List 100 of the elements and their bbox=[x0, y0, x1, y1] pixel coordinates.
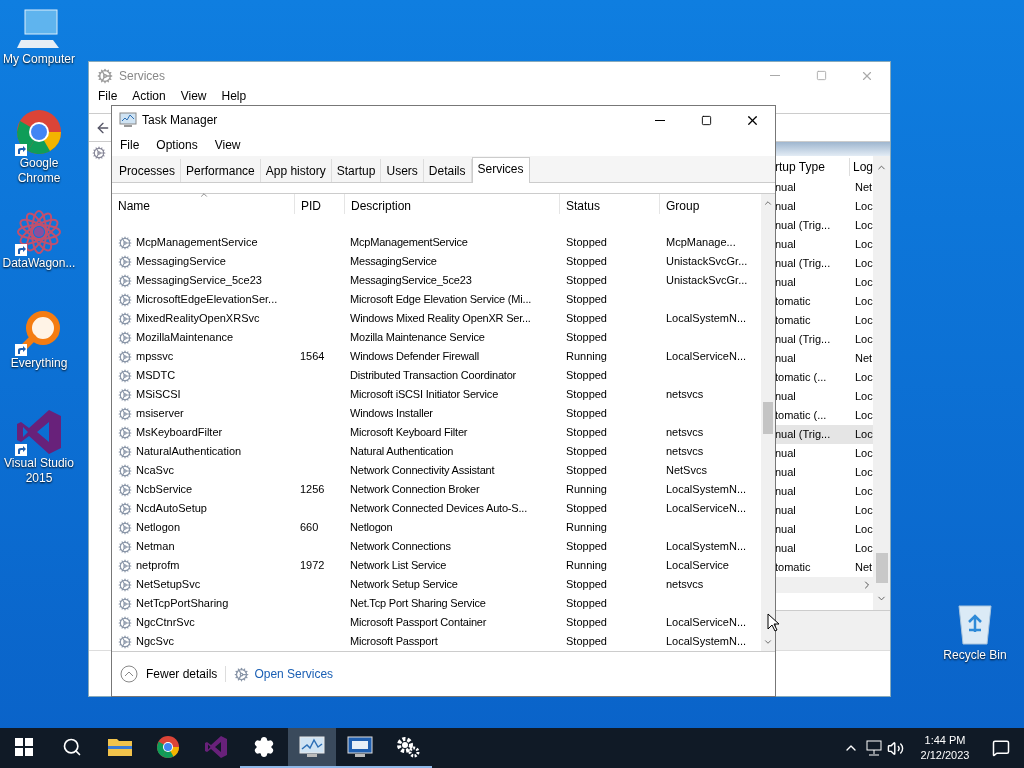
date-text: 2/12/2023 bbox=[920, 748, 970, 763]
pid-text: 1256 bbox=[300, 483, 325, 496]
column-header[interactable]: Status bbox=[559, 194, 659, 214]
menu-item[interactable]: View bbox=[180, 90, 207, 103]
menu-item[interactable]: View bbox=[214, 136, 241, 154]
list-row[interactable]: tomatic (... Loc bbox=[775, 406, 873, 425]
service-row[interactable]: McpManagementService McpManagementService Stopped McpManage... bbox=[112, 233, 761, 252]
service-name: msiserver bbox=[136, 406, 184, 422]
column-header[interactable]: Description bbox=[344, 194, 559, 214]
service-name: MicrosoftEdgeElevationSer... bbox=[136, 292, 278, 308]
list-row[interactable]: tomatic Net bbox=[775, 558, 873, 577]
service-row[interactable]: NgcSvc Microsoft Passport Stopped LocalSystemN... bbox=[112, 632, 761, 651]
service-name: NcbService bbox=[136, 482, 193, 498]
gear-icon bbox=[97, 67, 113, 84]
list-row[interactable]: tomatic (... Loc bbox=[775, 368, 873, 387]
desktop-shortcut[interactable]: Everything bbox=[0, 308, 78, 408]
column-header[interactable]: Name bbox=[112, 194, 294, 214]
list-row[interactable]: tomatic Loc bbox=[775, 311, 873, 330]
table-cell-text: nual bbox=[775, 180, 797, 196]
description-text: Network Setup Service bbox=[350, 578, 458, 591]
service-row[interactable]: NaturalAuthentication Natural Authentication Stopped netsvcs bbox=[112, 442, 761, 461]
visual-studio-icon bbox=[15, 408, 63, 456]
scrollbar-thumb[interactable] bbox=[875, 553, 888, 583]
tab[interactable]: Startup bbox=[331, 159, 382, 182]
list-row[interactable]: nual Loc bbox=[775, 444, 873, 463]
menu-item[interactable]: File bbox=[120, 136, 140, 154]
horizontal-scrollbar[interactable] bbox=[775, 577, 873, 593]
desktop-shortcut[interactable]: Visual Studio 2015 bbox=[0, 408, 78, 508]
service-row[interactable]: MSiSCSI Microsoft iSCSI Initiator Service Stopped netsvcs bbox=[112, 385, 761, 404]
list-row[interactable]: nual Loc bbox=[775, 520, 873, 539]
service-row[interactable]: NcbService 1256 Network Connection Broker Running LocalSystemN... bbox=[112, 480, 761, 499]
table-cell-text: nual bbox=[775, 237, 797, 253]
open-services-link[interactable]: Open Services bbox=[254, 665, 334, 683]
group-text: LocalService bbox=[666, 559, 729, 572]
desktop-shortcut[interactable]: Recycle Bin bbox=[935, 600, 1015, 664]
column-header[interactable]: rtup Type bbox=[775, 158, 849, 176]
list-row[interactable]: nual Net bbox=[775, 349, 873, 368]
speaker-icon[interactable] bbox=[887, 739, 904, 757]
scrollbar-thumb[interactable] bbox=[763, 402, 773, 434]
vertical-scrollbar[interactable] bbox=[873, 156, 890, 610]
fewer-details-button[interactable]: Fewer details bbox=[120, 665, 218, 683]
service-row[interactable]: Netlogon 660 Netlogon Running bbox=[112, 518, 761, 537]
service-row[interactable]: NcaSvc Network Connectivity Assistant Stopped NetSvcs bbox=[112, 461, 761, 480]
network-icon[interactable] bbox=[865, 740, 883, 756]
service-row[interactable]: MicrosoftEdgeElevationSer... Microsoft Edge Elevation Service (Mi... Stopped bbox=[112, 290, 761, 309]
clock[interactable]: 1:44 PM 2/12/2023 bbox=[910, 733, 980, 763]
tab[interactable]: Users bbox=[381, 159, 424, 182]
list-row[interactable]: tomatic Loc bbox=[775, 292, 873, 311]
tab[interactable]: App history bbox=[260, 159, 332, 182]
status-text: Stopped bbox=[566, 407, 607, 420]
menu-item[interactable]: Options bbox=[156, 136, 198, 154]
maximize-icon bbox=[700, 114, 712, 126]
desktop-shortcut[interactable]: DataWagon... bbox=[0, 208, 78, 308]
service-row[interactable]: NcdAutoSetup Network Connected Devices Auto-S... Stopped LocalServiceN... bbox=[112, 499, 761, 518]
list-row[interactable]: nual Loc bbox=[775, 463, 873, 482]
list-row[interactable]: nual Net bbox=[775, 178, 873, 197]
list-row[interactable]: nual Loc bbox=[775, 501, 873, 520]
gear-icon bbox=[118, 368, 132, 383]
tab[interactable]: Details bbox=[423, 159, 472, 182]
service-row[interactable]: msiserver Windows Installer Stopped bbox=[112, 404, 761, 423]
menu-item[interactable]: Help bbox=[221, 90, 247, 103]
list-row[interactable]: nual (Trig... Loc bbox=[775, 216, 873, 235]
vertical-scrollbar[interactable] bbox=[761, 194, 775, 651]
status-text: Stopped bbox=[566, 293, 607, 306]
list-row[interactable]: nual Loc bbox=[775, 387, 873, 406]
table-cell-text: Loc bbox=[854, 256, 873, 272]
service-row[interactable]: NetTcpPortSharing Net.Tcp Port Sharing Service Stopped bbox=[112, 594, 761, 613]
list-row[interactable]: nual Loc bbox=[775, 482, 873, 501]
description-text: Mozilla Maintenance Service bbox=[350, 331, 485, 344]
table-cell-text: Loc bbox=[854, 237, 873, 253]
list-row[interactable]: nual Loc bbox=[775, 273, 873, 292]
list-row[interactable]: nual (Trig... Loc bbox=[775, 330, 873, 349]
menu-item[interactable]: File bbox=[98, 90, 118, 103]
desktop-shortcut[interactable]: My Computer bbox=[0, 8, 78, 108]
tab[interactable]: Processes bbox=[114, 159, 182, 182]
service-row[interactable]: MessagingService_5ce23 MessagingService_5ce23 Stopped UnistackSvcGr... bbox=[112, 271, 761, 290]
window-title: Task Manager bbox=[142, 112, 218, 129]
menu-item[interactable]: Action bbox=[132, 90, 166, 103]
service-row[interactable]: mpssvc 1564 Windows Defender Firewall Running LocalServiceN... bbox=[112, 347, 761, 366]
tab[interactable]: Performance bbox=[181, 159, 261, 182]
desktop-shortcut[interactable]: Google Chrome bbox=[0, 108, 78, 208]
service-row[interactable]: NgcCtnrSvc Microsoft Passport Container Stopped LocalServiceN... bbox=[112, 613, 761, 632]
list-row[interactable]: nual Loc bbox=[775, 235, 873, 254]
service-row[interactable]: Netman Network Connections Stopped LocalSystemN... bbox=[112, 537, 761, 556]
service-row[interactable]: MessagingService MessagingService Stopped UnistackSvcGr... bbox=[112, 252, 761, 271]
list-row[interactable]: nual (Trig... Loc bbox=[775, 425, 873, 444]
service-row[interactable]: MixedRealityOpenXRSvc Windows Mixed Reality OpenXR Ser... Stopped LocalSystemN... bbox=[112, 309, 761, 328]
taskbar-button[interactable] bbox=[288, 728, 336, 768]
service-row[interactable]: MsKeyboardFilter Microsoft Keyboard Filter Stopped netsvcs bbox=[112, 423, 761, 442]
description-text: MessagingService bbox=[350, 255, 437, 268]
column-header[interactable]: PID bbox=[294, 194, 344, 214]
service-row[interactable]: MozillaMaintenance Mozilla Maintenance Service Stopped bbox=[112, 328, 761, 347]
tab[interactable]: Services bbox=[471, 157, 530, 183]
service-row[interactable]: NetSetupSvc Network Setup Service Stopped netsvcs bbox=[112, 575, 761, 594]
list-row[interactable]: nual (Trig... Loc bbox=[775, 254, 873, 273]
service-row[interactable]: netprofm 1972 Network List Service Running LocalService bbox=[112, 556, 761, 575]
service-row[interactable]: MSDTC Distributed Transaction Coordinator Stopped bbox=[112, 366, 761, 385]
notification-icon[interactable] bbox=[992, 739, 1010, 757]
list-row[interactable]: nual Loc bbox=[775, 197, 873, 216]
list-row[interactable]: nual Loc bbox=[775, 539, 873, 558]
